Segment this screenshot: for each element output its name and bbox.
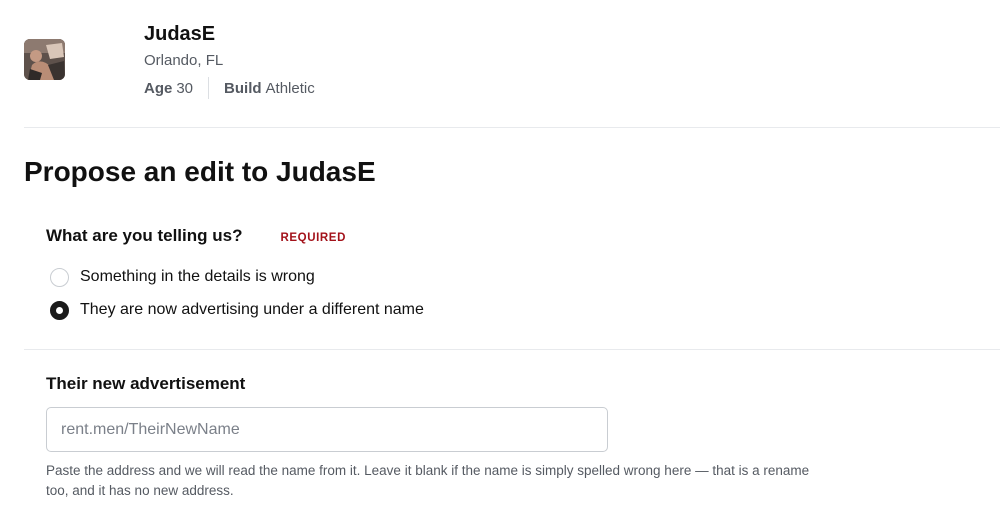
radio-option-label: They are now advertising under a differe… [80,301,424,318]
header-divider [24,127,1000,128]
stat-build-value: Athletic [265,79,315,97]
question-label: What are you telling us? [46,226,243,245]
radio-option-label: Something in the details is wrong [80,268,315,285]
required-badge: REQUIRED [280,232,346,244]
advertisement-help-text: Paste the address and we will read the n… [46,463,810,498]
stat-age-key: Age [144,79,173,97]
avatar-photo-icon [24,39,65,80]
stat-build-key: Build [224,79,262,97]
question-header: What are you telling us? REQUIRED [46,226,346,246]
stat-separator [208,77,210,99]
profile-stats: Age 30 Build Athletic [144,77,315,99]
avatar[interactable] [24,39,65,80]
profile-name: JudasE [144,23,216,45]
radio-dot-icon [56,306,63,314]
stat-age-value: 30 [176,79,194,97]
profile-location: Orlando, FL [144,52,224,69]
advertisement-field-label: Their new advertisement [46,374,246,393]
advertisement-url-input[interactable] [46,407,608,452]
page-title: Propose an edit to JudasE [24,156,376,187]
profile-header: JudasE Orlando, FL Age 30 Build Athletic [0,0,1000,128]
section-divider [24,349,1000,350]
radio-option-different-name[interactable]: They are now advertising under a differe… [50,300,424,320]
page: JudasE Orlando, FL Age 30 Build Athletic… [0,0,1000,516]
radio-button-unchecked[interactable] [50,267,69,287]
radio-option-details-wrong[interactable]: Something in the details is wrong [50,267,315,287]
radio-button-checked[interactable] [50,300,69,320]
